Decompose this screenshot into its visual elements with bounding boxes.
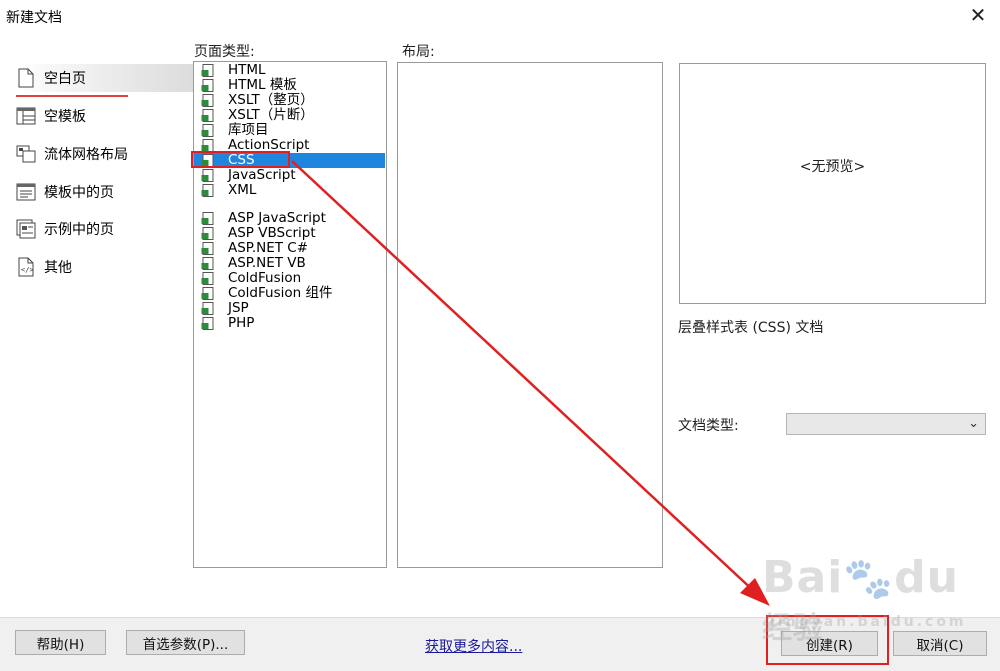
category-label: 模板中的页 (44, 185, 114, 201)
category-blank-page[interactable]: 空白页 (14, 64, 194, 92)
category-blank-template[interactable]: 空模板 (14, 102, 194, 130)
file-type-icon (201, 272, 215, 285)
file-type-icon (201, 227, 215, 240)
page-type-label: JSP (228, 300, 249, 316)
file-type-icon (201, 94, 215, 107)
file-type-icon (201, 184, 215, 197)
category-label: 空模板 (44, 109, 86, 125)
preview-pane (679, 63, 986, 304)
css-highlight-box (191, 151, 290, 168)
category-fluid-grid[interactable]: 流体网格布局 (14, 140, 194, 168)
file-type-icon (201, 212, 215, 225)
page-type-item[interactable]: ASP JavaScript (194, 211, 385, 226)
close-icon[interactable]: ✕ (966, 4, 990, 26)
page-type-item[interactable]: HTML 模板 (194, 78, 385, 93)
page-type-item[interactable]: JavaScript (194, 168, 385, 183)
help-button[interactable]: 帮助(H) (15, 630, 106, 655)
template-page-icon (14, 181, 38, 203)
layout-list[interactable] (397, 62, 663, 568)
page-type-label: ASP VBScript (228, 225, 316, 241)
page-type-item[interactable]: ASP.NET C# (194, 241, 385, 256)
file-type-icon (201, 257, 215, 270)
page-type-item[interactable]: 库项目 (194, 123, 385, 138)
preferences-button[interactable]: 首选参数(P)... (126, 630, 245, 655)
page-type-item[interactable]: PHP (194, 316, 385, 331)
doctype-label: 文档类型: (678, 418, 739, 434)
page-type-label: ASP.NET VB (228, 255, 306, 271)
category-label: 其他 (44, 260, 72, 276)
file-type-icon (201, 79, 215, 92)
page-type-label: ASP JavaScript (228, 210, 326, 226)
page-type-label: PHP (228, 315, 255, 331)
page-type-item[interactable]: XSLT（整页） (194, 93, 385, 108)
page-type-item[interactable]: ColdFusion (194, 271, 385, 286)
fluid-grid-icon (14, 143, 38, 165)
sample-page-icon (14, 218, 38, 240)
layout-heading: 布局: (402, 44, 435, 60)
file-type-icon (201, 64, 215, 77)
page-type-item[interactable]: ColdFusion 组件 (194, 286, 385, 301)
file-type-icon (201, 124, 215, 137)
page-type-label: ColdFusion 组件 (228, 285, 333, 301)
category-label: 流体网格布局 (44, 147, 128, 163)
page-type-label: HTML 模板 (228, 77, 297, 93)
document-description: 层叠样式表 (CSS) 文档 (678, 320, 824, 336)
doctype-select[interactable]: ⌄ (786, 413, 986, 435)
page-type-item[interactable]: ASP VBScript (194, 226, 385, 241)
window-title: 新建文档 (6, 10, 62, 26)
get-more-content-link[interactable]: 获取更多内容... (425, 636, 522, 656)
file-type-icon (201, 317, 215, 330)
svg-text:</>: </> (21, 266, 34, 274)
category-page-from-template[interactable]: 模板中的页 (14, 178, 194, 206)
category-other[interactable]: </> 其他 (14, 253, 194, 281)
page-type-label: HTML (228, 62, 266, 78)
baidu-watermark-logo: Bai🐾du 经验 jingyan.baidu.com (762, 552, 967, 646)
blank-page-icon (14, 67, 38, 89)
page-type-heading: 页面类型: (194, 44, 255, 60)
chevron-down-icon: ⌄ (968, 416, 979, 431)
no-preview-text: <无预览> (799, 159, 866, 175)
page-type-item[interactable]: XML (194, 183, 385, 198)
page-type-item[interactable]: JSP (194, 301, 385, 316)
file-type-icon (201, 287, 215, 300)
code-file-icon: </> (14, 256, 38, 278)
page-type-label: 库项目 (228, 122, 269, 138)
page-type-label: XML (228, 182, 257, 198)
page-type-item[interactable]: XSLT（片断） (194, 108, 385, 123)
file-type-icon (201, 302, 215, 315)
page-type-label: JavaScript (228, 167, 296, 183)
file-type-icon (201, 242, 215, 255)
category-label: 空白页 (44, 71, 86, 87)
page-type-item[interactable]: ASP.NET VB (194, 256, 385, 271)
page-type-label: XSLT（整页） (228, 92, 314, 108)
page-type-label: ASP.NET C# (228, 240, 309, 256)
page-type-label: XSLT（片断） (228, 107, 314, 123)
category-selected-underline (16, 95, 128, 97)
category-page-from-sample[interactable]: 示例中的页 (14, 215, 194, 243)
category-label: 示例中的页 (44, 222, 114, 238)
page-type-label: ColdFusion (228, 270, 302, 286)
template-icon (14, 105, 38, 127)
file-type-icon (201, 109, 215, 122)
page-type-item[interactable]: HTML (194, 63, 385, 78)
file-type-icon (201, 169, 215, 182)
